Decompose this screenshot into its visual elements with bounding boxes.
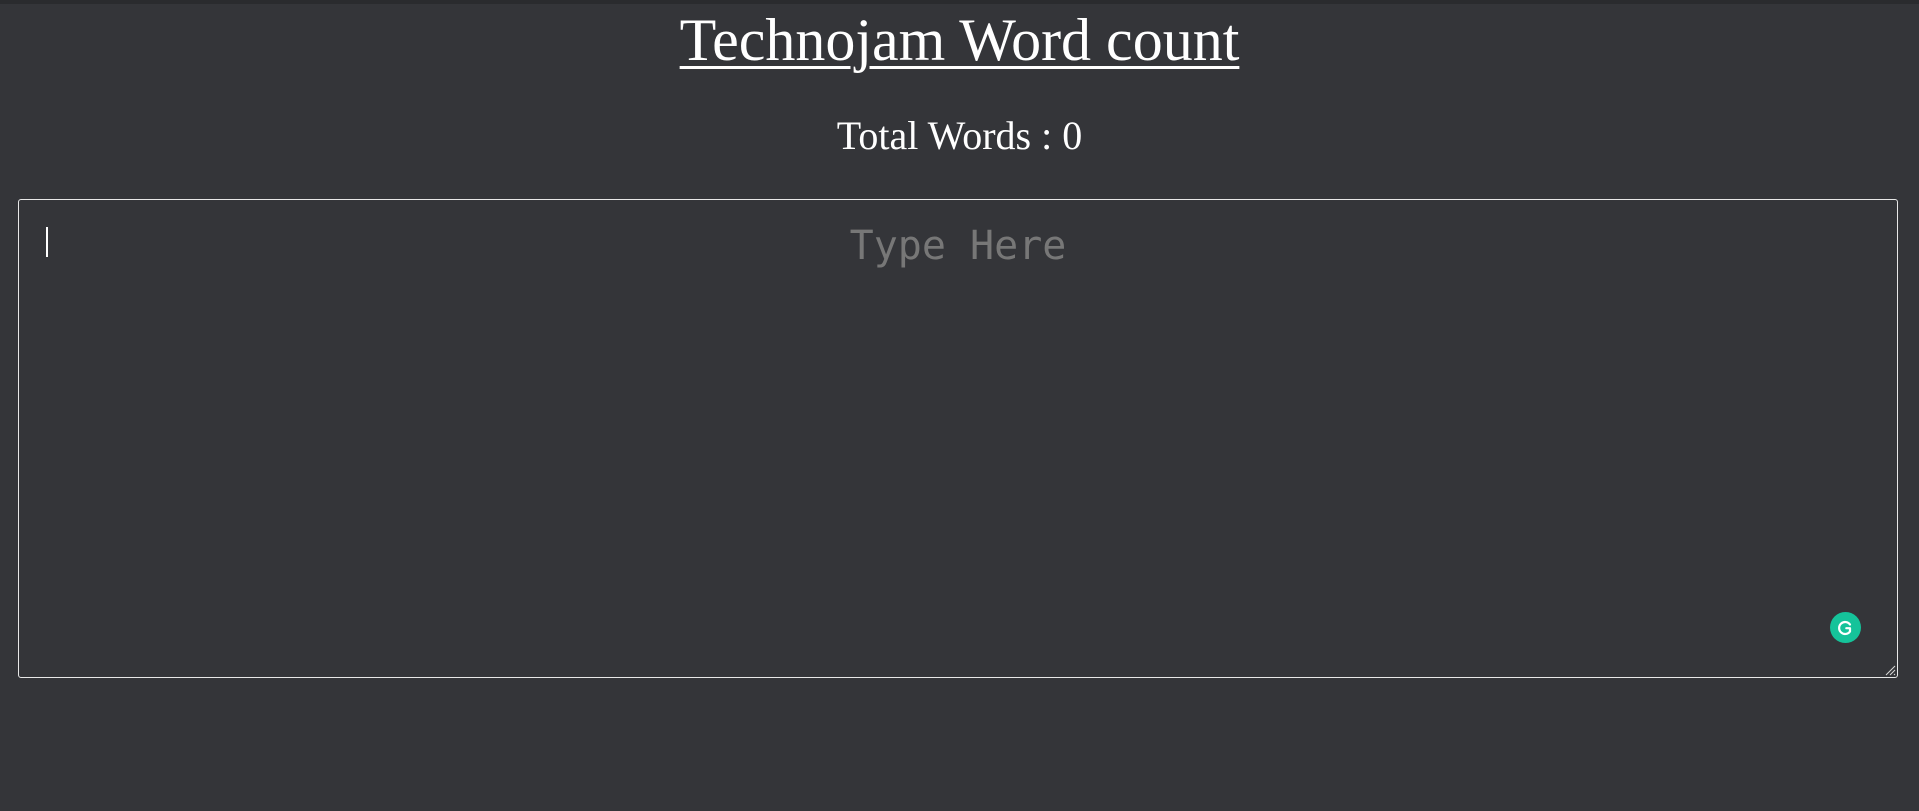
text-editor-box — [18, 199, 1898, 678]
text-input-area[interactable] — [19, 200, 1897, 677]
word-count-display: Total Words : 0 — [836, 113, 1083, 158]
text-cursor — [46, 227, 48, 257]
page-title: Technojam Word count — [679, 7, 1240, 73]
resize-handle-icon[interactable] — [1885, 665, 1896, 676]
word-counter-section: Total Words : 0 — [0, 112, 1919, 160]
grammarly-icon[interactable] — [1830, 612, 1861, 643]
page-header: Technojam Word count — [0, 4, 1919, 76]
